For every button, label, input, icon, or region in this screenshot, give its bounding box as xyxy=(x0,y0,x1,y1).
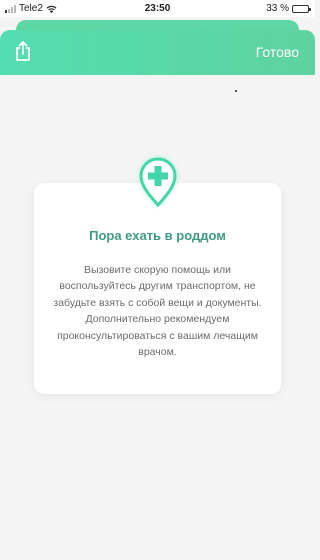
card-body: Вызовите скорую помощь или воспользуйтес… xyxy=(53,264,262,359)
battery-icon xyxy=(292,4,311,13)
status-right: 33 % xyxy=(266,3,311,14)
dot-mark xyxy=(235,90,237,92)
card-title: Пора ехать в роддом xyxy=(89,228,226,243)
top-bar: Готово xyxy=(0,30,315,75)
status-bar: Tele2 23:50 33 % xyxy=(0,0,315,17)
done-button[interactable]: Готово xyxy=(256,44,299,60)
battery-percent: 33 % xyxy=(266,3,289,14)
share-icon[interactable] xyxy=(13,40,33,62)
medical-location-pin-icon xyxy=(139,157,177,208)
info-card: Пора ехать в роддом Вызовите скорую помо… xyxy=(34,183,281,394)
